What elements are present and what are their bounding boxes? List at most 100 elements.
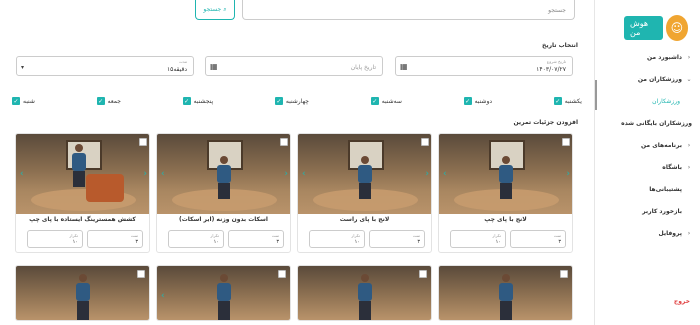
search-bar: جستجو ⌕ جستجو (195, 0, 575, 22)
exercise-image (16, 266, 149, 320)
exercise-title: کشش همسترینگ ایستاده با پای چپ (29, 216, 136, 223)
main-content: جستجو ⌕ جستجو انتخاب تاریخ تاریخ شروع ۱۴… (0, 0, 594, 325)
sets-value: ۳ (417, 239, 420, 245)
chevron-left-icon[interactable]: ‹ (161, 169, 165, 179)
logo[interactable]: هوش من ☺ (624, 14, 688, 42)
checkbox-checked-icon: ✓ (182, 97, 191, 105)
sidebar-nav: داشبورد من › ورزشکاران من ⌄ ورزشکاران ور… (602, 50, 692, 248)
day-checkbox-sunday[interactable]: ✓ یکشنبه (553, 95, 582, 107)
duration-select[interactable]: مدت ۱۵دقیقه ▾ (16, 56, 194, 76)
chevron-icon: › (687, 229, 691, 237)
start-date-value: ۱۴۰۳/۰۷/۲۷ (536, 66, 566, 73)
sidebar-item-archived-athletes[interactable]: ورزشکاران بایگانی شده (602, 116, 692, 130)
exercise-card[interactable]: ‹ › کشش همسترینگ ایستاده با پای چپ ست ۳ ت… (15, 133, 150, 253)
reps-value: ۱۰ (213, 239, 219, 245)
exercise-card[interactable] (438, 265, 573, 321)
date-section-title: انتخاب تاریخ (542, 42, 578, 49)
sidebar-item-feedback[interactable]: بازخورد کاربر (602, 204, 692, 218)
checkbox-checked-icon: ✓ (12, 97, 20, 105)
chevron-left-icon[interactable]: ‹ (161, 291, 165, 301)
exercise-card[interactable] (15, 265, 150, 321)
chevron-left-icon[interactable]: ‹ (443, 169, 447, 179)
sidebar-item-support[interactable]: پشتیبانی‌ها (602, 182, 692, 196)
day-label: سه‌شنبه (381, 97, 402, 105)
sets-input[interactable]: ست ۳ (228, 230, 284, 248)
select-checkbox[interactable] (562, 138, 570, 146)
sidebar-item-label: ورزشکاران (652, 97, 680, 105)
end-date-field[interactable]: تاریخ پایان ▦ (205, 56, 383, 76)
sets-input[interactable]: ست ۳ (510, 230, 566, 248)
exercise-image: ‹ (157, 266, 290, 320)
sidebar-item-profile[interactable]: پروفایل › (602, 226, 692, 240)
sidebar-item-dashboard[interactable]: داشبورد من › (602, 50, 692, 64)
checkbox-checked-icon: ✓ (463, 97, 472, 105)
reps-input[interactable]: تکرار ۱۰ (27, 230, 83, 248)
checkbox-checked-icon: ✓ (553, 97, 562, 105)
day-checkbox-tuesday[interactable]: ✓ سه‌شنبه (370, 95, 402, 107)
sidebar-item-label: بازخورد کاربر (642, 207, 682, 215)
day-checkbox-thursday[interactable]: ✓ پنجشنبه (182, 95, 213, 107)
sets-input[interactable]: ست ۳ (87, 230, 143, 248)
calendar-icon: ▦ (400, 62, 408, 71)
day-checkbox-friday[interactable]: ✓ جمعه (96, 95, 121, 107)
chevron-icon: › (687, 53, 691, 61)
chevron-down-icon: ▾ (21, 64, 25, 71)
search-icon: ⌕ (223, 5, 227, 13)
reps-input[interactable]: تکرار ۱۰ (309, 230, 365, 248)
sidebar-item-label: پروفایل (658, 229, 682, 237)
logo-icon: ☺ (665, 15, 688, 41)
exercise-card[interactable]: ‹ › لانج با پای چپ ست ۳ تکرار ۱۰ (438, 133, 573, 253)
start-date-label: تاریخ شروع (546, 59, 566, 64)
chevron-right-icon[interactable]: › (425, 169, 429, 179)
exercise-section-title: افزودن جزئیات تمرین (513, 119, 578, 126)
exercise-title: لانج با پای راست (339, 216, 390, 223)
duration-value: ۱۵دقیقه (166, 66, 187, 73)
exercise-title: اسکات بدون وزنه (ایر اسکات) (179, 216, 268, 223)
chevron-left-icon[interactable]: ‹ (302, 169, 306, 179)
sidebar-item-my-athletes[interactable]: ورزشکاران من ⌄ (602, 72, 692, 86)
chevron-icon: › (687, 141, 691, 149)
sets-label: ست (130, 233, 138, 238)
chevron-icon: › (687, 163, 691, 171)
select-checkbox[interactable] (560, 270, 568, 278)
logout-button[interactable]: خروج (674, 298, 690, 305)
chevron-right-icon[interactable]: › (143, 169, 147, 179)
select-checkbox[interactable] (280, 138, 288, 146)
chevron-right-icon[interactable]: › (284, 169, 288, 179)
sets-value: ۳ (276, 239, 279, 245)
select-checkbox[interactable] (139, 138, 147, 146)
sidebar-item-label: ورزشکاران من (637, 75, 682, 83)
exercise-card[interactable]: ‹ › اسکات بدون وزنه (ایر اسکات) ست ۳ تکرا… (156, 133, 291, 253)
exercise-card[interactable]: ‹ (156, 265, 291, 321)
reps-input[interactable]: تکرار ۱۰ (450, 230, 506, 248)
exercise-title: لانج با پای چپ (484, 216, 527, 223)
reps-label: تکرار (69, 233, 78, 238)
exercise-card[interactable]: ‹ › لانج با پای راست ست ۳ تکرار ۱۰ (297, 133, 432, 253)
start-date-field[interactable]: تاریخ شروع ۱۴۰۳/۰۷/۲۷ ▦ (395, 56, 573, 76)
day-label: چهارشنبه (285, 97, 309, 105)
sidebar-item-club[interactable]: باشگاه › (602, 160, 692, 174)
exercise-image: ‹ › (157, 134, 290, 214)
sidebar-item-athletes[interactable]: ورزشکاران (602, 94, 692, 108)
sidebar-item-my-programs[interactable]: برنامه‌های من › (602, 138, 692, 152)
select-checkbox[interactable] (421, 138, 429, 146)
day-checkbox-wednesday[interactable]: ✓ چهارشنبه (274, 95, 309, 107)
select-checkbox[interactable] (419, 270, 427, 278)
reps-input[interactable]: تکرار ۱۰ (168, 230, 224, 248)
day-label: جمعه (107, 97, 121, 105)
chevron-left-icon[interactable]: ‹ (20, 169, 24, 179)
exercise-card[interactable] (297, 265, 432, 321)
chevron-right-icon[interactable]: › (566, 169, 570, 179)
search-button[interactable]: جستجو ⌕ (195, 0, 235, 20)
day-label: دوشنبه (474, 97, 493, 105)
day-checkbox-saturday[interactable]: ✓ شنبه (12, 95, 35, 107)
exercise-image: ‹ › (298, 134, 431, 214)
select-checkbox[interactable] (137, 270, 145, 278)
sets-input[interactable]: ست ۳ (369, 230, 425, 248)
day-checkbox-monday[interactable]: ✓ دوشنبه (463, 95, 493, 107)
select-checkbox[interactable] (278, 270, 286, 278)
exercise-image (439, 266, 572, 320)
exercise-image (298, 266, 431, 320)
scrollbar[interactable] (595, 80, 597, 110)
search-input[interactable]: جستجو (242, 0, 575, 20)
